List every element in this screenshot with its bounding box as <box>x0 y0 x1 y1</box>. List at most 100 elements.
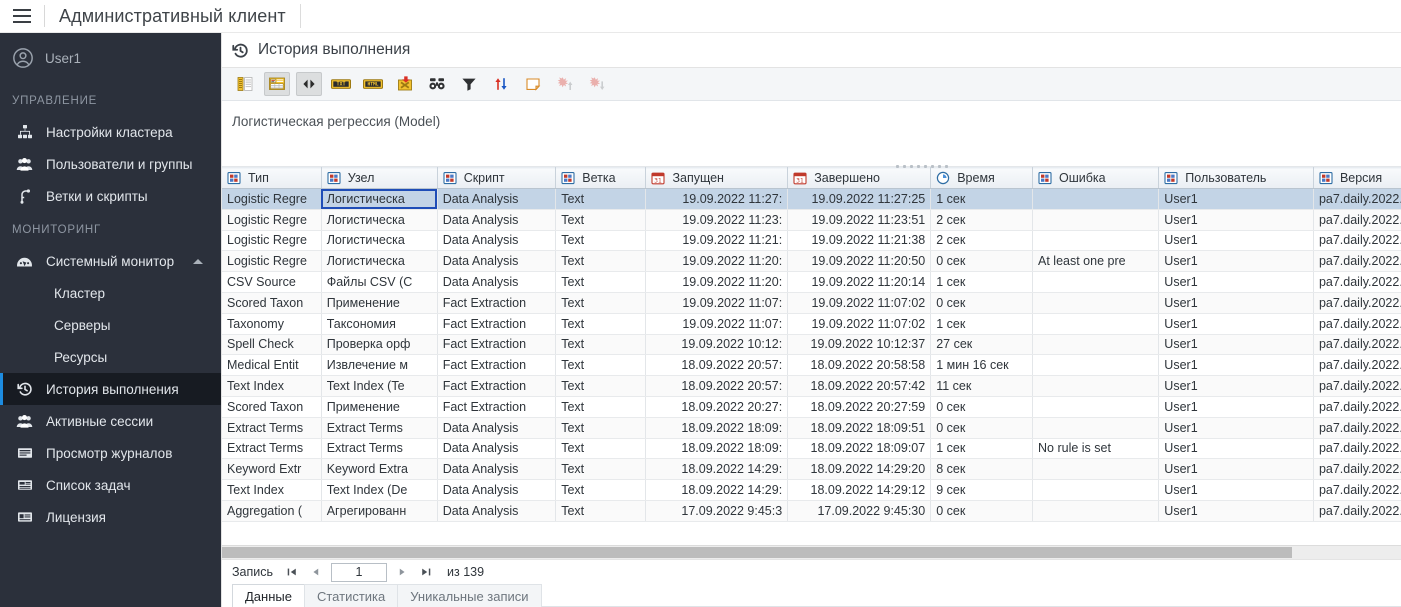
table-cell[interactable]: Spell Check <box>222 334 322 356</box>
table-cell[interactable]: Data Analysis <box>437 209 557 231</box>
table-row[interactable]: Logistic Regre Логистическа Data Analysis T… <box>222 230 1401 252</box>
chevron-up-icon[interactable] <box>193 258 203 264</box>
table-cell[interactable] <box>1032 230 1160 252</box>
table-cell[interactable]: pa7.daily.2022.09 <box>1313 334 1401 356</box>
table-cell[interactable] <box>1032 271 1160 293</box>
table-cell[interactable]: pa7.daily.2022.09 <box>1313 271 1401 293</box>
table-cell[interactable]: pa7.daily.2022.09 <box>1313 209 1401 231</box>
table-row[interactable]: Logistic Regre Логистическа Data Analysis T… <box>222 188 1401 210</box>
sidebar-user[interactable]: User1 <box>0 33 221 83</box>
table-cell[interactable]: Text <box>555 334 647 356</box>
table-cell[interactable]: Data Analysis <box>437 271 557 293</box>
find-icon[interactable] <box>424 72 450 96</box>
table-cell[interactable]: pa7.daily.2022.09 <box>1313 479 1401 501</box>
table-cell[interactable]: 19.09.2022 11:07:02 <box>787 292 932 314</box>
table-cell[interactable]: 19.09.2022 11:27:25 <box>787 188 932 210</box>
table-cell[interactable]: 19.09.2022 11:07: <box>645 313 789 335</box>
table-cell[interactable]: Text <box>555 271 647 293</box>
table-row[interactable]: Taxonomy Таксономия Fact Extraction Text 19.… <box>222 313 1401 335</box>
table-cell[interactable]: Logistic Regre <box>222 188 322 210</box>
table-cell[interactable]: User1 <box>1158 458 1314 481</box>
table-cell[interactable]: 8 сек <box>930 458 1034 481</box>
table-cell[interactable]: pa7.daily.2022.09 <box>1313 375 1401 397</box>
table-cell[interactable]: 18.09.2022 18:09: <box>645 417 789 439</box>
table-cell[interactable]: Text <box>555 230 647 252</box>
table-row[interactable]: Text Index Text Index (Te Fact Extraction T… <box>222 375 1401 397</box>
table-cell[interactable]: Агрегированн <box>321 500 438 522</box>
table-cell[interactable]: Scored Taxon <box>222 292 322 314</box>
table-cell[interactable]: Text Index <box>222 479 322 501</box>
table-row[interactable]: Scored Taxon Применение Fact Extraction Te… <box>222 396 1401 418</box>
horizontal-scroll-thumb[interactable] <box>222 547 1292 558</box>
table-cell[interactable]: Logistic Regre <box>222 250 322 273</box>
table-cell[interactable]: Logistic Regre <box>222 209 322 231</box>
table-cell[interactable]: Extract Terms <box>321 438 438 460</box>
table-row[interactable]: Scored Taxon Применение Fact Extraction Te… <box>222 292 1401 314</box>
table-cell[interactable]: Data Analysis <box>437 438 557 460</box>
table-cell[interactable]: Таксономия <box>321 313 438 335</box>
table-cell[interactable]: 17.09.2022 9:45:30 <box>787 500 932 522</box>
tab-2[interactable]: Статистика <box>303 584 399 607</box>
table-cell[interactable]: 18.09.2022 20:57: <box>645 354 789 377</box>
table-cell[interactable] <box>1032 313 1160 335</box>
table-cell[interactable]: Logistic Regre <box>222 230 322 252</box>
table-cell[interactable]: 18.09.2022 18:09: <box>645 438 789 460</box>
splitter-toggle-icon[interactable] <box>296 72 322 96</box>
sort-icon[interactable] <box>488 72 514 96</box>
list-view-icon[interactable] <box>232 72 258 96</box>
table-cell[interactable]: Файлы CSV (C <box>321 271 438 293</box>
table-cell[interactable]: Data Analysis <box>437 230 557 252</box>
filter-icon[interactable] <box>456 72 482 96</box>
note-icon[interactable] <box>520 72 546 96</box>
table-cell[interactable]: Extract Terms <box>222 417 322 439</box>
table-cell[interactable] <box>1032 292 1160 314</box>
table-cell[interactable]: User1 <box>1158 354 1314 377</box>
table-cell[interactable]: User1 <box>1158 271 1314 293</box>
table-cell[interactable]: Fact Extraction <box>437 334 557 356</box>
table-cell[interactable]: User1 <box>1158 500 1314 522</box>
table-cell[interactable] <box>1032 458 1160 481</box>
export-txt-icon[interactable]: TXT <box>328 72 354 96</box>
table-cell[interactable]: Fact Extraction <box>437 354 557 377</box>
table-row[interactable]: CSV Source Файлы CSV (C Data Analysis Text 1… <box>222 271 1401 293</box>
table-cell[interactable]: Fact Extraction <box>437 313 557 335</box>
table-cell[interactable]: User1 <box>1158 188 1314 210</box>
table-cell[interactable] <box>1032 354 1160 377</box>
table-cell[interactable]: 1 сек <box>930 271 1034 293</box>
table-cell[interactable]: 18.09.2022 20:27:59 <box>787 396 932 418</box>
table-cell[interactable]: Text <box>555 209 647 231</box>
table-cell[interactable]: 0 сек <box>930 250 1034 273</box>
table-cell[interactable]: 0 сек <box>930 292 1034 314</box>
table-row[interactable]: Extract Terms Extract Terms Data Analysis T… <box>222 417 1401 439</box>
table-cell[interactable]: Логистическа <box>321 188 438 210</box>
table-cell[interactable]: Применение <box>321 292 438 314</box>
sidebar-item-resources[interactable]: Ресурсы <box>0 341 221 373</box>
table-cell[interactable] <box>1032 188 1160 210</box>
table-cell[interactable]: Fact Extraction <box>437 292 557 314</box>
table-cell[interactable]: Data Analysis <box>437 417 557 439</box>
sidebar-item-system-monitor[interactable]: Системный монитор <box>0 245 221 277</box>
first-page-icon[interactable] <box>281 562 303 582</box>
table-cell[interactable]: User1 <box>1158 334 1314 356</box>
table-cell[interactable]: Extract Terms <box>222 438 322 460</box>
table-cell[interactable]: Aggregation ( <box>222 500 322 522</box>
table-cell[interactable]: 1 мин 16 сек <box>930 354 1034 377</box>
sidebar-item-execution-history[interactable]: История выполнения <box>0 373 221 405</box>
table-cell[interactable]: 2 сек <box>930 209 1034 231</box>
table-cell[interactable]: Применение <box>321 396 438 418</box>
table-cell[interactable]: pa7.daily.2022.09 <box>1313 500 1401 522</box>
table-cell[interactable]: 11 сек <box>930 375 1034 397</box>
last-page-icon[interactable] <box>415 562 437 582</box>
table-cell[interactable]: Data Analysis <box>437 479 557 501</box>
table-cell[interactable]: User1 <box>1158 230 1314 252</box>
table-cell[interactable]: User1 <box>1158 396 1314 418</box>
table-cell[interactable] <box>1032 396 1160 418</box>
table-cell[interactable]: Text <box>555 479 647 501</box>
page-number-input[interactable] <box>331 562 388 582</box>
table-cell[interactable]: Data Analysis <box>437 188 557 210</box>
table-cell[interactable]: Keyword Extr <box>222 458 322 481</box>
sidebar-item-branches-and-scripts[interactable]: Ветки и скрипты <box>0 180 221 212</box>
table-cell[interactable]: Извлечение м <box>321 354 438 377</box>
table-cell[interactable]: 17.09.2022 9:45:3 <box>645 500 789 522</box>
table-cell[interactable]: User1 <box>1158 250 1314 273</box>
